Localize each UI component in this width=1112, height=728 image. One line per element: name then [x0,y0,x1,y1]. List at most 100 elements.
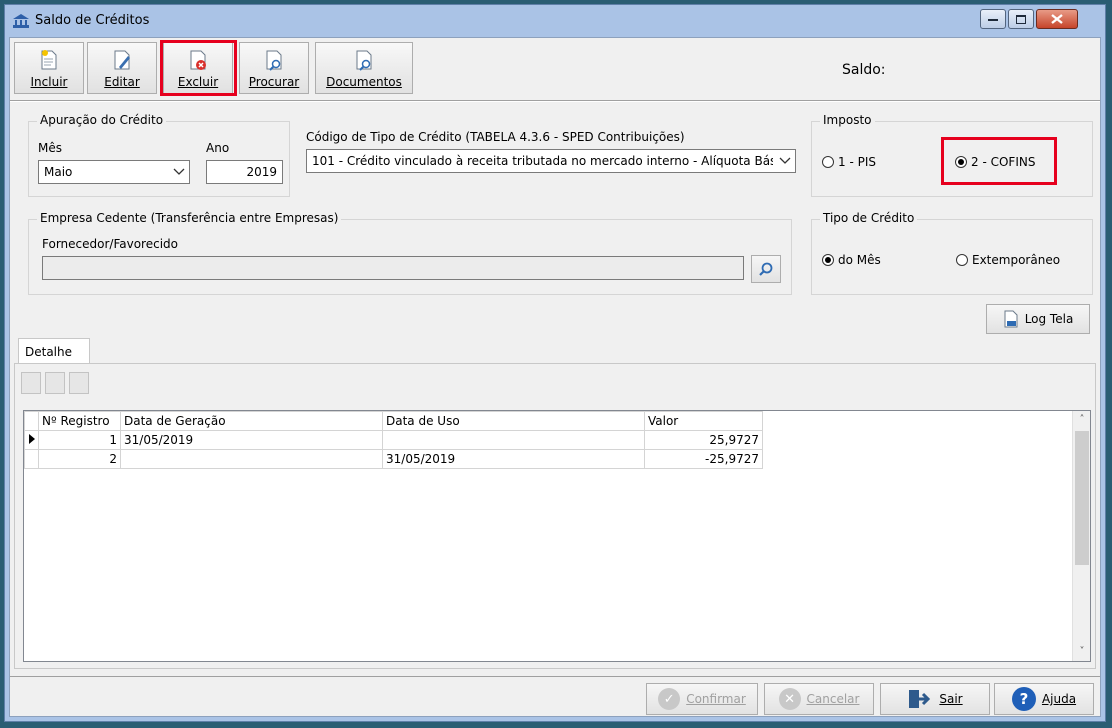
search-document-icon [266,50,282,71]
maximize-icon [1016,14,1026,24]
cancel-icon: ✕ [778,688,801,710]
detail-table: Nº Registro Data de Geração Data de Uso … [24,411,763,469]
app-building-icon [13,14,29,28]
do-mes-radio[interactable]: do Mês [822,253,881,267]
row-pointer-icon [28,434,35,444]
cell-geracao[interactable]: 31/05/2019 [120,430,383,450]
help-icon: ? [1011,687,1036,711]
apuracao-group: Apuração do Crédito [28,113,290,197]
fornecedor-input[interactable] [42,256,744,280]
cell-geracao[interactable] [120,449,383,469]
ano-value: 2019 [246,165,277,179]
column-header-geracao[interactable]: Data de Geração [120,411,383,431]
scroll-down-icon[interactable]: ˅ [1073,643,1091,661]
documentos-button[interactable]: Documentos [315,42,413,94]
cell-registro[interactable]: 2 [38,449,121,469]
scroll-thumb[interactable] [1075,431,1089,565]
tab-detalhe[interactable]: Detalhe [18,338,90,364]
detalhe-panel: Nº Registro Data de Geração Data de Uso … [14,363,1096,669]
editar-button[interactable]: Editar [87,42,157,94]
detail-delete-button[interactable] [69,372,89,394]
mes-select[interactable]: Maio [38,160,190,184]
ano-label: Ano [206,141,230,155]
footer-bar: ✓ Confirmar ✕ Cancelar Sair ? Ajuda [10,676,1100,717]
log-tela-label: Log Tela [1024,312,1074,326]
tipo-credito-title: Tipo de Crédito [820,211,918,225]
extemporaneo-radio-circle [956,254,968,266]
row-indicator [24,449,39,469]
confirmar-button[interactable]: ✓ Confirmar [646,683,758,715]
cell-uso[interactable]: 31/05/2019 [382,449,645,469]
column-header-uso[interactable]: Data de Uso [382,411,645,431]
minimize-button[interactable] [980,9,1006,29]
procurar-button[interactable]: Procurar [239,42,309,94]
maximize-button[interactable] [1008,9,1034,29]
table-row[interactable]: 2 31/05/2019 -25,9727 [24,449,763,469]
column-header-valor[interactable]: Valor [644,411,763,431]
window-title: Saldo de Créditos [35,13,150,28]
incluir-button[interactable]: Incluir [14,42,84,94]
detail-add-button[interactable] [21,372,41,394]
cell-uso[interactable] [382,430,645,450]
extemporaneo-label: Extemporâneo [972,253,1061,267]
minimize-icon [988,19,998,21]
ajuda-label: Ajuda [1041,692,1077,706]
column-header-registro[interactable]: Nº Registro [38,411,121,431]
ajuda-button[interactable]: ? Ajuda [994,683,1094,715]
cell-valor[interactable]: -25,9727 [644,449,763,469]
sair-label: Sair [939,692,963,706]
detail-edit-button[interactable] [45,372,65,394]
close-icon [1051,14,1063,24]
title-bar[interactable]: Saldo de Créditos [5,5,1105,37]
chevron-down-icon [779,157,791,164]
toolbar: Incluir Editar Excluir Procurar Document… [10,38,1100,100]
do-mes-label: do Mês [838,253,881,267]
pis-label: 1 - PIS [838,155,876,169]
new-document-icon [41,50,57,70]
saldo-label: Saldo: [842,62,886,78]
procurar-label: Procurar [248,75,300,89]
documentos-label: Documentos [326,75,402,89]
cofins-highlight [941,137,1057,185]
empresa-title: Empresa Cedente (Transferência entre Emp… [37,211,342,225]
indicator-header [24,411,39,431]
app-window: Saldo de Créditos Incluir Editar Excluir… [4,4,1106,722]
codigo-value: 101 - Crédito vinculado à receita tribut… [312,154,773,168]
log-tela-button[interactable]: Log Tela [986,304,1090,334]
pis-radio-circle [822,156,834,168]
incluir-label: Incluir [30,75,68,89]
table-header-row: Nº Registro Data de Geração Data de Uso … [24,411,763,431]
editar-label: Editar [104,75,140,89]
scroll-up-icon[interactable]: ˄ [1073,411,1091,429]
edit-document-icon [114,50,130,70]
grid-vertical-scrollbar[interactable]: ˄ ˅ [1072,411,1090,661]
window-client: Incluir Editar Excluir Procurar Document… [9,37,1101,717]
ano-input[interactable]: 2019 [206,160,283,184]
sair-button[interactable]: Sair [880,683,990,715]
documents-icon [356,50,372,71]
detail-grid[interactable]: Nº Registro Data de Geração Data de Uso … [23,410,1091,662]
cell-valor[interactable]: 25,9727 [644,430,763,450]
excluir-highlight [160,40,237,96]
exit-icon [909,690,931,708]
check-icon: ✓ [658,688,681,710]
detail-toolbar [21,372,89,394]
close-button[interactable] [1036,9,1078,29]
row-indicator [24,430,39,450]
imposto-title: Imposto [820,113,875,127]
cancelar-button[interactable]: ✕ Cancelar [764,683,874,715]
fornecedor-search-button[interactable] [751,255,781,283]
fornecedor-label: Fornecedor/Favorecido [42,237,178,251]
codigo-select[interactable]: 101 - Crédito vinculado à receita tribut… [306,149,796,173]
confirmar-label: Confirmar [686,692,746,706]
table-row[interactable]: 1 31/05/2019 25,9727 [24,430,763,450]
apuracao-title: Apuração do Crédito [37,113,167,127]
extemporaneo-radio[interactable]: Extemporâneo [956,253,1060,267]
do-mes-radio-circle [822,254,834,266]
tab-detalhe-label: Detalhe [25,345,73,359]
pis-radio[interactable]: 1 - PIS [822,155,876,169]
toolbar-separator [10,100,1100,102]
search-icon [759,262,773,276]
cell-registro[interactable]: 1 [38,430,121,450]
mes-value: Maio [44,165,73,179]
